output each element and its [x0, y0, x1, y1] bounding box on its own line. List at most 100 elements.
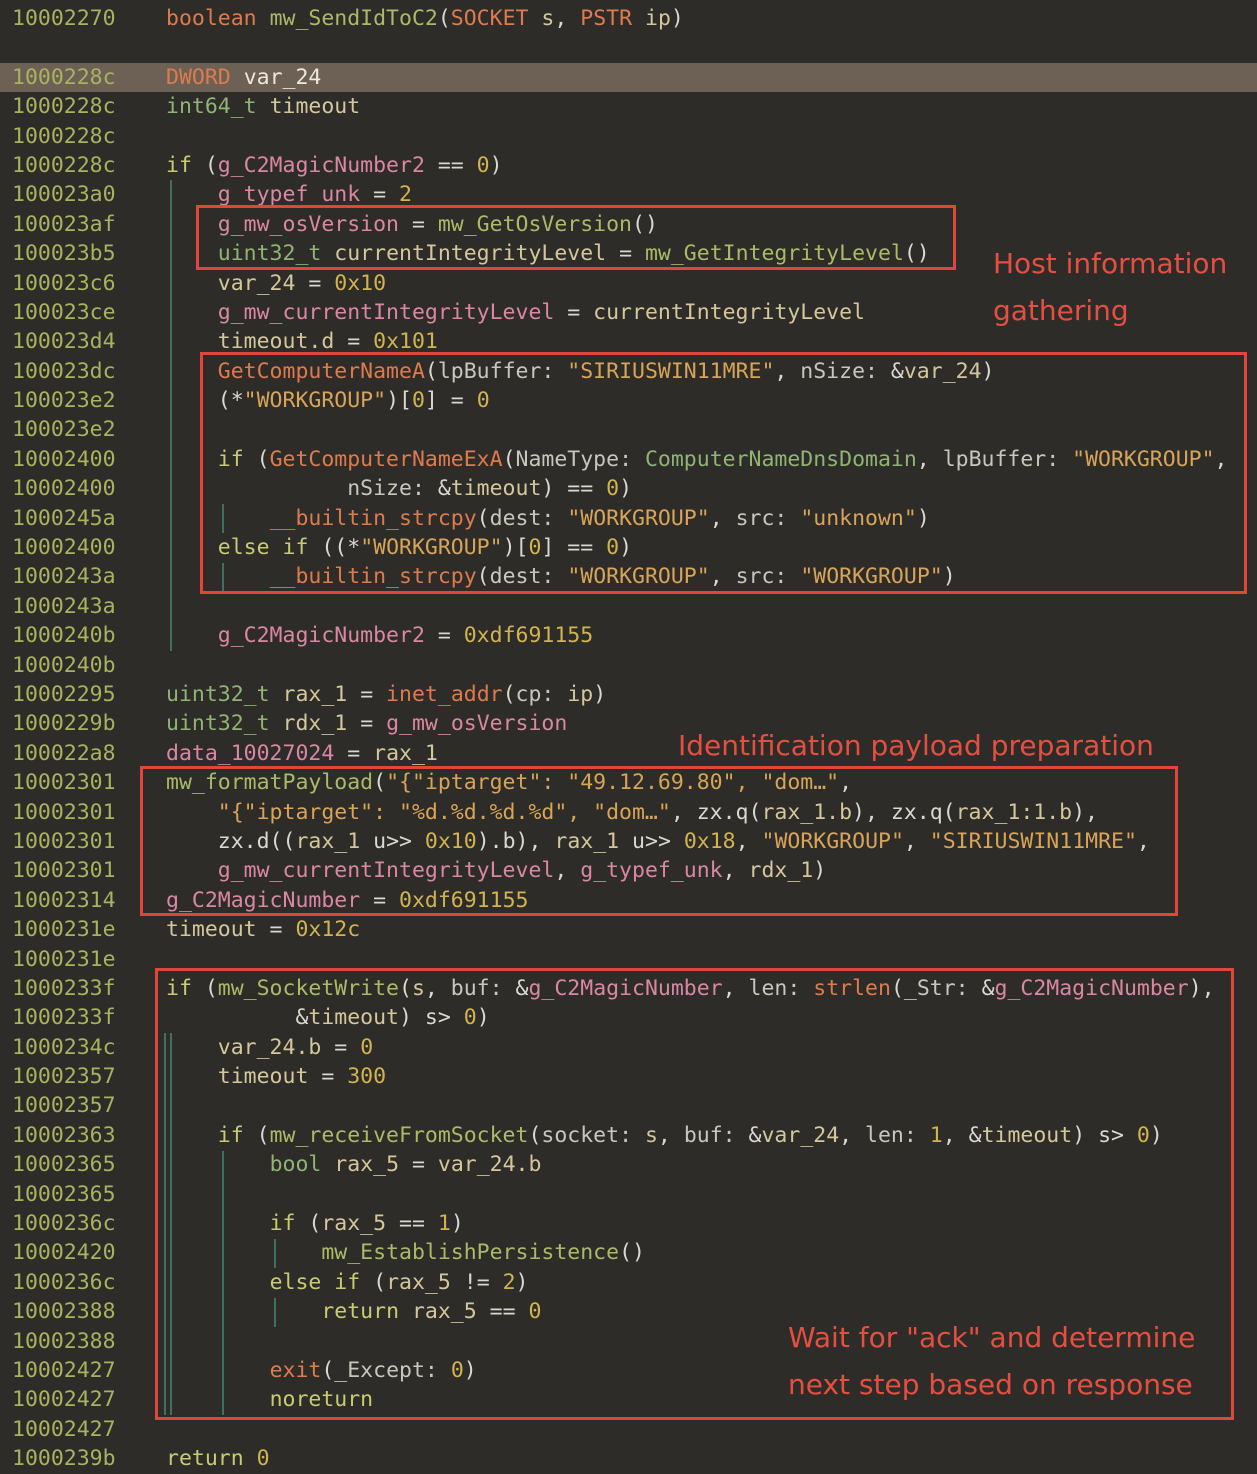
annotation-ack: Wait for "ack" and determinenext step ba…	[788, 1314, 1195, 1408]
annotation-line: Identification payload preparation	[678, 722, 1154, 769]
code-token	[231, 65, 244, 90]
code-token: cp:	[516, 682, 555, 707]
code-token: =	[295, 271, 334, 296]
code-token: if	[166, 153, 192, 178]
code-line[interactable]: 1000239breturn 0	[0, 1444, 1257, 1473]
line-address: 1000228c	[12, 122, 166, 151]
line-address: 100022a8	[12, 739, 166, 768]
code-token: (	[503, 682, 516, 707]
code-token: 0x10	[334, 271, 386, 296]
code-token: 0x12c	[295, 917, 360, 942]
annotation-line: next step based on response	[788, 1361, 1195, 1408]
code-line[interactable]: 1000240b g_C2MagicNumber2 = 0xdf691155	[0, 621, 1257, 650]
highlight-box-payload	[140, 766, 1178, 916]
line-address: 100023e2	[12, 415, 166, 444]
code-token: var_24	[244, 65, 322, 90]
line-address: 10002400	[12, 474, 166, 503]
code-token: uint32_t	[166, 682, 270, 707]
code-line[interactable]: 1000228c	[0, 122, 1257, 151]
code-token: =	[347, 682, 386, 707]
code-token	[166, 623, 218, 648]
code-token	[166, 271, 218, 296]
code-token: g_C2MagicNumber2	[218, 153, 425, 178]
code-token	[244, 1446, 257, 1471]
code-line[interactable]: 1000228cint64_t timeout	[0, 92, 1257, 121]
line-address: 100023b5	[12, 239, 166, 268]
line-address: 100023d4	[12, 327, 166, 356]
code-token	[270, 682, 283, 707]
code-token	[166, 182, 218, 207]
line-address: 10002357	[12, 1062, 166, 1091]
line-address: 1000239b	[12, 1444, 166, 1473]
code-token	[554, 682, 567, 707]
line-address: 1000236c	[12, 1209, 166, 1238]
code-line[interactable]: 10002295uint32_t rax_1 = inet_addr(cp: i…	[0, 680, 1257, 709]
line-address: 100023c6	[12, 269, 166, 298]
code-token: =	[347, 711, 386, 736]
decompiler-view: 10002270boolean mw_SendIdToC2(SOCKET s, …	[0, 0, 1257, 1474]
annotation-line: Host information	[993, 240, 1227, 287]
code-token: g_mw_currentIntegrityLevel	[218, 300, 555, 325]
code-token: uint32_t	[166, 711, 270, 736]
code-token: data_10027024	[166, 741, 334, 766]
code-token: 0xdf691155	[464, 623, 593, 648]
code-token: ip	[645, 6, 671, 31]
line-address: 10002388	[12, 1297, 166, 1326]
code-line[interactable]: 1000240b	[0, 651, 1257, 680]
code-token: timeout.d	[218, 329, 335, 354]
code-token: 0x101	[373, 329, 438, 354]
code-token: timeout	[270, 94, 361, 119]
code-token: mw_SendIdToC2	[270, 6, 438, 31]
code-token: s	[541, 6, 554, 31]
code-token: =	[257, 917, 296, 942]
code-token: g_typef_unk	[218, 182, 360, 207]
code-token: var_24	[218, 271, 296, 296]
annotation-line: gathering	[993, 287, 1227, 334]
code-token: 2	[399, 182, 412, 207]
code-line-selected[interactable]: 1000228cDWORD var_24	[0, 63, 1257, 92]
line-address: 1000243a	[12, 592, 166, 621]
line-address: 1000243a	[12, 562, 166, 591]
line-address: 10002427	[12, 1356, 166, 1385]
code-token: int64_t	[166, 94, 257, 119]
code-token: )	[593, 682, 606, 707]
code-token: (	[438, 6, 451, 31]
line-address: 10002427	[12, 1415, 166, 1444]
code-token	[257, 94, 270, 119]
code-token: g_C2MagicNumber2	[218, 623, 425, 648]
code-token: =	[334, 329, 373, 354]
highlight-box-computer-name	[200, 352, 1247, 594]
code-token: PSTR	[580, 6, 632, 31]
line-address: 1000228c	[12, 63, 166, 92]
line-address: 1000245a	[12, 504, 166, 533]
code-line[interactable]: 1000231etimeout = 0x12c	[0, 915, 1257, 944]
code-token: currentIntegrityLevel	[593, 300, 865, 325]
line-address: 10002295	[12, 680, 166, 709]
code-token: =	[425, 623, 464, 648]
code-line[interactable]	[0, 33, 1257, 62]
line-address: 1000231e	[12, 915, 166, 944]
line-address: 10002365	[12, 1180, 166, 1209]
line-address: 10002427	[12, 1385, 166, 1414]
line-address: 10002388	[12, 1327, 166, 1356]
code-line[interactable]: 1000228cif (g_C2MagicNumber2 == 0)	[0, 151, 1257, 180]
code-line[interactable]: 10002270boolean mw_SendIdToC2(SOCKET s, …	[0, 4, 1257, 33]
code-line[interactable]: 1000243a	[0, 592, 1257, 621]
highlight-box-host-info	[196, 205, 956, 270]
code-token: (	[192, 153, 218, 178]
line-address: 100023a0	[12, 180, 166, 209]
line-address: 1000233f	[12, 974, 166, 1003]
line-address: 100023dc	[12, 357, 166, 386]
line-address: 1000231e	[12, 945, 166, 974]
line-address: 100023af	[12, 210, 166, 239]
line-address: 1000228c	[12, 92, 166, 121]
code-token: boolean	[166, 6, 257, 31]
code-token: )	[490, 153, 503, 178]
code-token	[257, 6, 270, 31]
line-address: 10002363	[12, 1121, 166, 1150]
annotation-line: Wait for "ack" and determine	[788, 1314, 1195, 1361]
line-address: 1000229b	[12, 709, 166, 738]
line-address: 1000240b	[12, 621, 166, 650]
code-token: =	[360, 182, 399, 207]
line-address: 100023e2	[12, 386, 166, 415]
